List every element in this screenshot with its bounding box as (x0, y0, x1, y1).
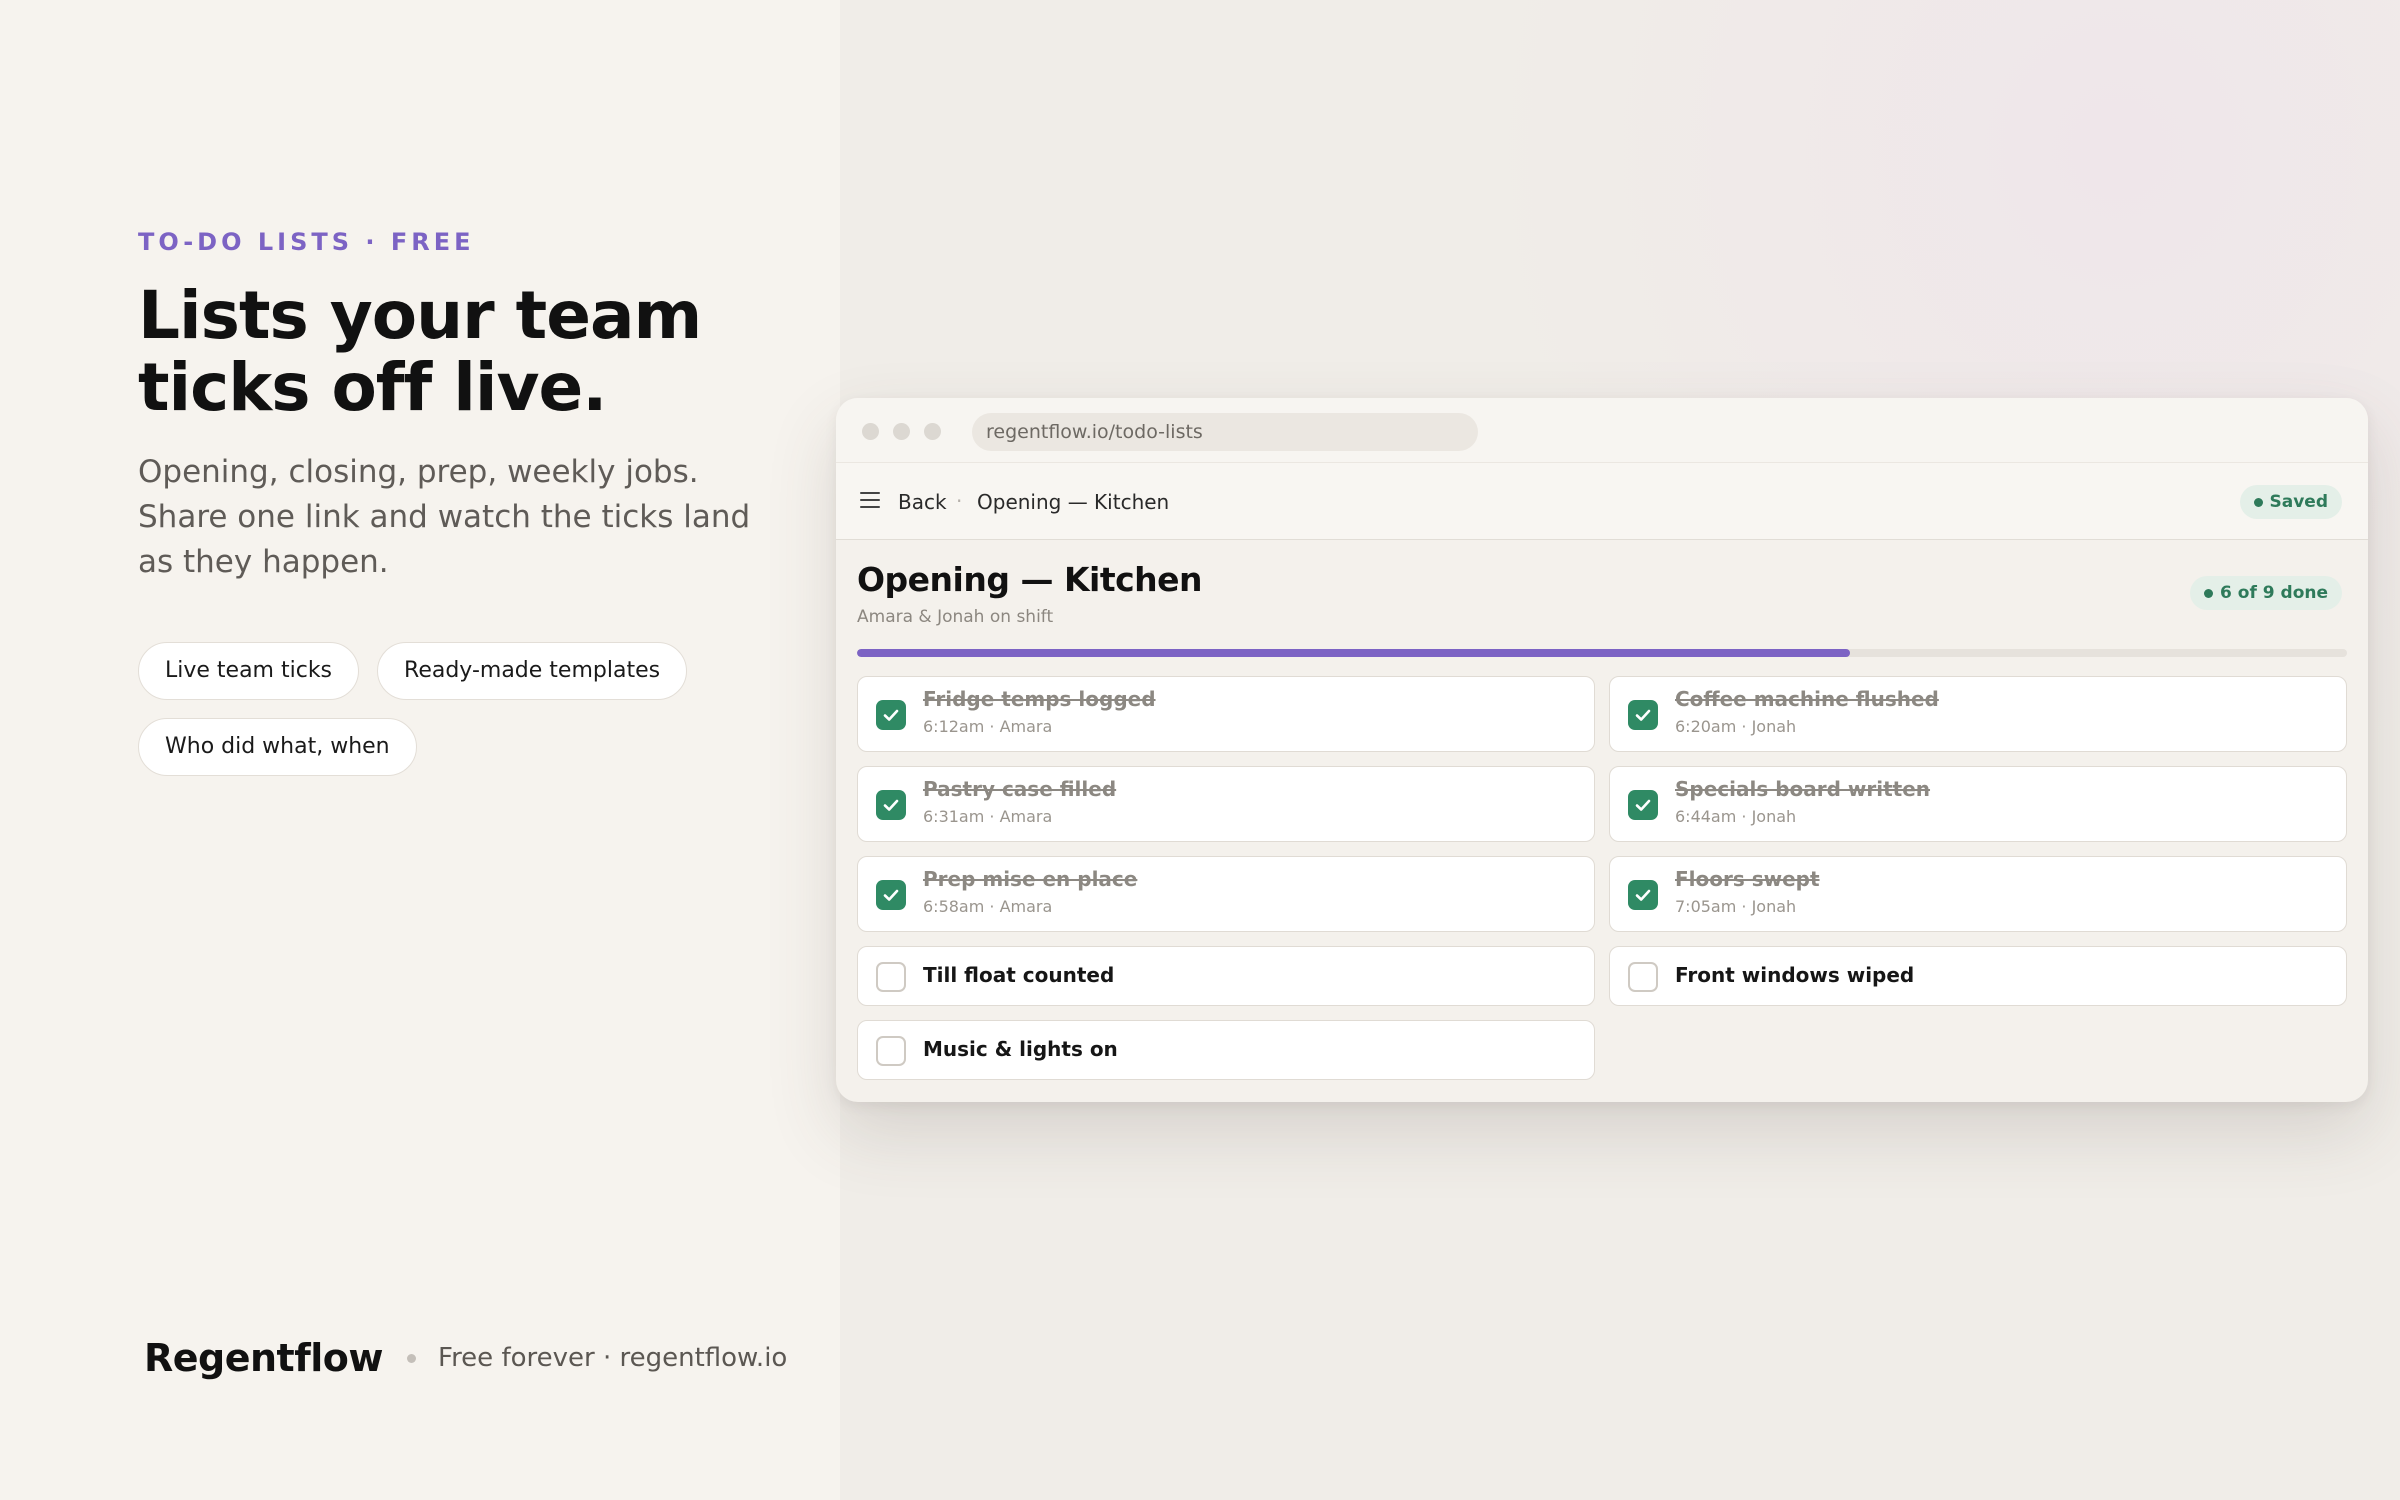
feature-chip-templates: Ready-made templates (377, 642, 688, 700)
menu-icon[interactable] (860, 492, 880, 508)
task-checkbox[interactable] (1628, 962, 1658, 992)
task-item[interactable]: Fridge temps logged 6:12am · Amara (857, 676, 1595, 752)
task-completed-meta: 6:58am · Amara (923, 897, 1053, 916)
checkmark-icon (1635, 709, 1651, 721)
task-item[interactable]: Till float counted (857, 946, 1595, 1006)
hero-subcopy: Opening, closing, prep, weekly jobs. Sha… (138, 454, 751, 580)
footer-separator-dot (407, 1353, 416, 1363)
feature-chip-live-ticks: Live team ticks (138, 642, 360, 700)
task-label: Specials board written (1675, 777, 1931, 801)
task-checkbox-checked[interactable] (876, 700, 906, 730)
list-subtitle: Amara & Jonah on shift (857, 607, 1054, 627)
task-label: Music & lights on (923, 1037, 1118, 1061)
feature-chips: Live team ticks Ready-made templates Who… (138, 642, 778, 776)
task-checkbox-checked[interactable] (876, 790, 906, 820)
page-title: Lists your team ticks off live. (138, 277, 702, 426)
progress-bar (857, 649, 2347, 657)
list-title: Opening — Kitchen (857, 560, 1203, 599)
task-checkbox-checked[interactable] (1628, 880, 1658, 910)
checkmark-icon (883, 889, 899, 901)
task-label: Coffee machine flushed (1675, 687, 1939, 711)
address-bar[interactable]: regentflow.io/todo-lists (972, 413, 1478, 451)
task-completed-meta: 6:12am · Amara (923, 717, 1053, 736)
task-item[interactable]: Coffee machine flushed 6:20am · Jonah (1609, 676, 2347, 752)
eyebrow-label: TO-DO LISTS · FREE (138, 228, 475, 256)
checkmark-icon (1635, 889, 1651, 901)
checkmark-icon (1635, 799, 1651, 811)
task-item[interactable]: Front windows wiped (1609, 946, 2347, 1006)
task-checkbox-checked[interactable] (1628, 700, 1658, 730)
footer: Regentflow Free forever · regentflow.io (144, 1336, 787, 1380)
task-label: Pastry case filled (923, 777, 1117, 801)
task-completed-meta: 6:20am · Jonah (1675, 717, 1797, 736)
window-close-dot[interactable] (862, 423, 879, 440)
breadcrumb: Opening — Kitchen (977, 490, 1170, 514)
app-toolbar: Back · Opening — Kitchen Saved (836, 462, 2368, 540)
task-completed-meta: 6:31am · Amara (923, 807, 1053, 826)
back-button[interactable]: Back (898, 490, 947, 514)
checkmark-icon (883, 799, 899, 811)
task-completed-meta: 7:05am · Jonah (1675, 897, 1797, 916)
task-checkbox-checked[interactable] (1628, 790, 1658, 820)
task-label: Front windows wiped (1675, 963, 1915, 987)
breadcrumb-separator: · (956, 489, 963, 513)
task-item[interactable]: Pastry case filled 6:31am · Amara (857, 766, 1595, 842)
brand-logo[interactable]: Regentflow (144, 1336, 384, 1380)
browser-window: regentflow.io/todo-lists Back · Opening … (836, 398, 2368, 1102)
window-maximize-dot[interactable] (924, 423, 941, 440)
task-list: Fridge temps logged 6:12am · Amara Coffee … (857, 676, 2347, 1080)
checkmark-icon (883, 709, 899, 721)
task-item[interactable]: Floors swept 7:05am · Jonah (1609, 856, 2347, 932)
task-item[interactable]: Prep mise en place 6:58am · Amara (857, 856, 1595, 932)
task-completed-meta: 6:44am · Jonah (1675, 807, 1797, 826)
task-item[interactable]: Specials board written 6:44am · Jonah (1609, 766, 2347, 842)
task-label: Fridge temps logged (923, 687, 1156, 711)
window-minimize-dot[interactable] (893, 423, 910, 440)
task-label: Floors swept (1675, 867, 1820, 891)
progress-bar-fill (857, 649, 1851, 657)
progress-badge: 6 of 9 done (2190, 576, 2342, 610)
browser-chrome: regentflow.io/todo-lists (836, 398, 2368, 462)
task-label: Prep mise en place (923, 867, 1138, 891)
footer-tagline: Free forever · regentflow.io (438, 1343, 788, 1373)
task-checkbox[interactable] (876, 1036, 906, 1066)
saved-status-badge: Saved (2239, 485, 2342, 519)
task-checkbox-checked[interactable] (876, 880, 906, 910)
feature-chip-audit: Who did what, when (138, 718, 417, 776)
task-checkbox[interactable] (876, 962, 906, 992)
task-label: Till float counted (923, 963, 1115, 987)
task-item[interactable]: Music & lights on (857, 1020, 1595, 1080)
